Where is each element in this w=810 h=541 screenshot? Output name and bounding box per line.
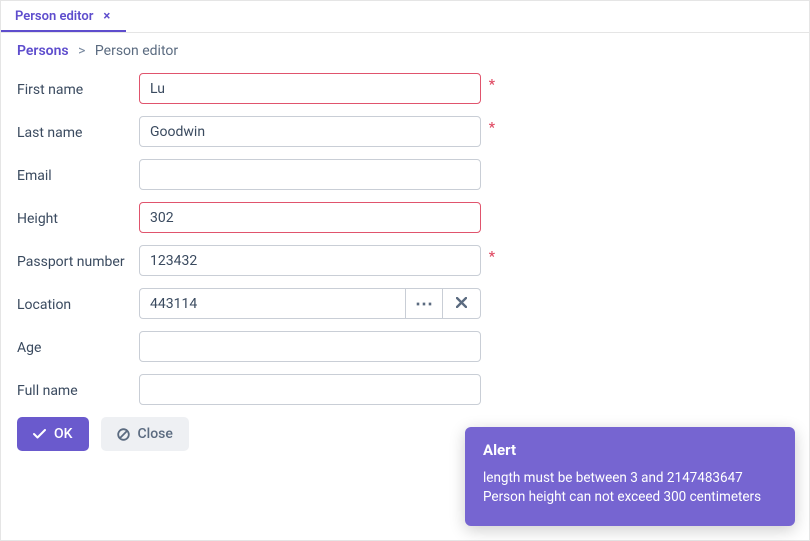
ok-button[interactable]: OK bbox=[17, 417, 89, 451]
label-full-name: Full name bbox=[17, 381, 139, 399]
control-last-name: * bbox=[139, 116, 481, 147]
last-name-field[interactable] bbox=[139, 116, 481, 147]
age-field[interactable] bbox=[139, 331, 481, 362]
height-field[interactable] bbox=[139, 202, 481, 233]
control-height bbox=[139, 202, 481, 233]
close-button[interactable]: Close bbox=[101, 417, 189, 451]
email-field[interactable] bbox=[139, 159, 481, 190]
full-name-field[interactable] bbox=[139, 374, 481, 405]
label-first-name: First name bbox=[17, 80, 139, 98]
clear-icon bbox=[456, 297, 467, 311]
row-height: Height bbox=[17, 202, 793, 233]
label-height: Height bbox=[17, 209, 139, 227]
control-age bbox=[139, 331, 481, 362]
alert-line-2: Person height can not exceed 300 centime… bbox=[483, 488, 777, 508]
passport-number-field[interactable] bbox=[139, 245, 481, 276]
ok-button-label: OK bbox=[54, 426, 73, 442]
form: First name * Last name * Email Height Pa… bbox=[1, 73, 809, 405]
required-asterisk-icon: * bbox=[489, 249, 495, 265]
alert-line-1: length must be between 3 and 2147483647 bbox=[483, 469, 777, 489]
row-email: Email bbox=[17, 159, 793, 190]
close-button-label: Close bbox=[138, 426, 173, 442]
label-last-name: Last name bbox=[17, 123, 139, 141]
control-passport: * bbox=[139, 245, 481, 276]
tab-bar: Person editor × bbox=[1, 1, 809, 33]
label-age: Age bbox=[17, 338, 139, 356]
row-passport: Passport number * bbox=[17, 245, 793, 276]
location-clear-button[interactable] bbox=[443, 288, 481, 319]
required-asterisk-icon: * bbox=[489, 120, 495, 136]
breadcrumb-persons-link[interactable]: Persons bbox=[17, 43, 69, 59]
check-icon bbox=[33, 429, 46, 439]
alert-body: length must be between 3 and 2147483647 … bbox=[483, 469, 777, 508]
control-email bbox=[139, 159, 481, 190]
control-full-name bbox=[139, 374, 481, 405]
ban-icon bbox=[117, 428, 130, 441]
alert-toast: Alert length must be between 3 and 21474… bbox=[465, 427, 795, 526]
row-full-name: Full name bbox=[17, 374, 793, 405]
required-asterisk-icon: * bbox=[489, 77, 495, 93]
row-age: Age bbox=[17, 331, 793, 362]
tab-label: Person editor bbox=[15, 9, 93, 24]
close-icon[interactable]: × bbox=[101, 10, 112, 23]
row-last-name: Last name * bbox=[17, 116, 793, 147]
control-first-name: * bbox=[139, 73, 481, 104]
label-email: Email bbox=[17, 166, 139, 184]
breadcrumb: Persons > Person editor bbox=[1, 33, 809, 73]
alert-title: Alert bbox=[483, 441, 777, 459]
label-location: Location bbox=[17, 295, 139, 313]
breadcrumb-current: Person editor bbox=[95, 43, 178, 59]
row-first-name: First name * bbox=[17, 73, 793, 104]
location-lookup-button[interactable]: ⋯ bbox=[405, 288, 443, 319]
breadcrumb-separator: > bbox=[78, 43, 85, 59]
label-passport: Passport number bbox=[17, 252, 139, 270]
tab-person-editor[interactable]: Person editor × bbox=[1, 1, 126, 32]
control-location: ⋯ bbox=[139, 288, 481, 319]
location-field[interactable] bbox=[139, 288, 405, 319]
row-location: Location ⋯ bbox=[17, 288, 793, 319]
first-name-field[interactable] bbox=[139, 73, 481, 104]
